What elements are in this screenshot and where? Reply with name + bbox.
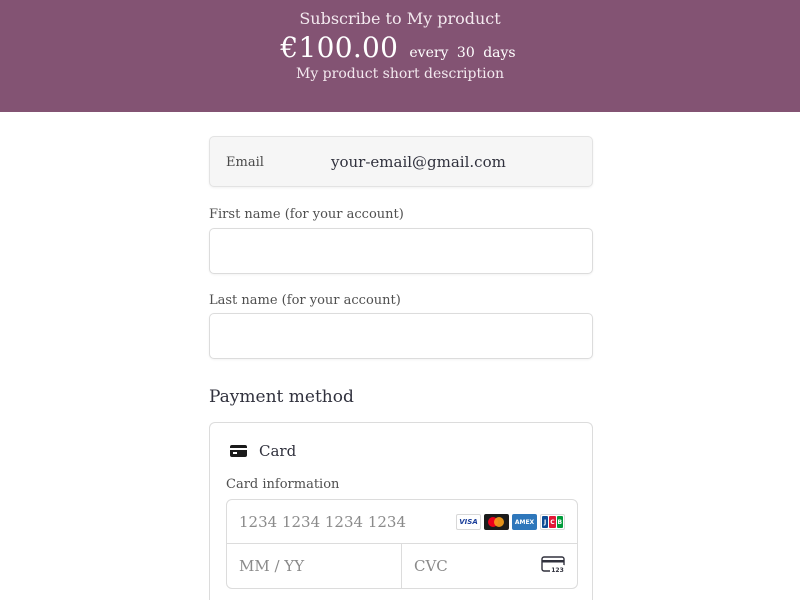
- cvc-placeholder: CVC: [414, 557, 448, 575]
- price-line: €100.00 every 30 days: [0, 31, 800, 64]
- payment-method-title: Payment method: [209, 387, 354, 407]
- expiry-placeholder: MM / YY: [239, 557, 305, 575]
- first-name-label: First name (for your account): [209, 207, 404, 222]
- card-number-placeholder: 1234 1234 1234 1234: [239, 513, 406, 531]
- email-label: Email: [226, 155, 264, 170]
- price-amount: €100.00: [280, 31, 399, 64]
- mastercard-icon: [484, 514, 509, 530]
- subscribe-title: Subscribe to My product: [299, 9, 501, 28]
- product-header: Subscribe to My product €100.00 every 30…: [0, 0, 800, 112]
- email-display: Email your-email@gmail.com: [209, 136, 593, 187]
- first-name-input[interactable]: [209, 228, 593, 274]
- interval-unit: days: [483, 45, 516, 61]
- interval-count: 30: [456, 45, 475, 61]
- payment-method-panel: Card Card information 1234 1234 1234 123…: [209, 422, 593, 600]
- card-information-fields: 1234 1234 1234 1234 VISA AMEX J C B MM /…: [226, 499, 578, 589]
- amex-icon: AMEX: [512, 514, 537, 530]
- card-information-label: Card information: [226, 477, 340, 492]
- credit-card-icon: [230, 445, 247, 457]
- card-cvc-input[interactable]: CVC 123: [402, 544, 577, 588]
- card-number-input[interactable]: 1234 1234 1234 1234 VISA AMEX J C B: [227, 500, 577, 544]
- product-description: My product short description: [295, 66, 505, 82]
- last-name-label: Last name (for your account): [209, 293, 401, 308]
- last-name-input[interactable]: [209, 313, 593, 359]
- card-expiry-input[interactable]: MM / YY: [227, 544, 402, 588]
- card-cvc-icon: 123: [541, 556, 565, 574]
- email-value: your-email@gmail.com: [331, 153, 506, 171]
- interval-every: every: [409, 45, 449, 61]
- card-method-tab[interactable]: Card: [230, 439, 296, 463]
- billing-interval: every 30 days: [409, 45, 519, 61]
- card-brands: VISA AMEX J C B: [456, 514, 565, 530]
- card-method-label: Card: [259, 442, 297, 460]
- visa-icon: VISA: [456, 514, 481, 530]
- svg-text:123: 123: [551, 567, 564, 574]
- jcb-icon: J C B: [540, 514, 565, 530]
